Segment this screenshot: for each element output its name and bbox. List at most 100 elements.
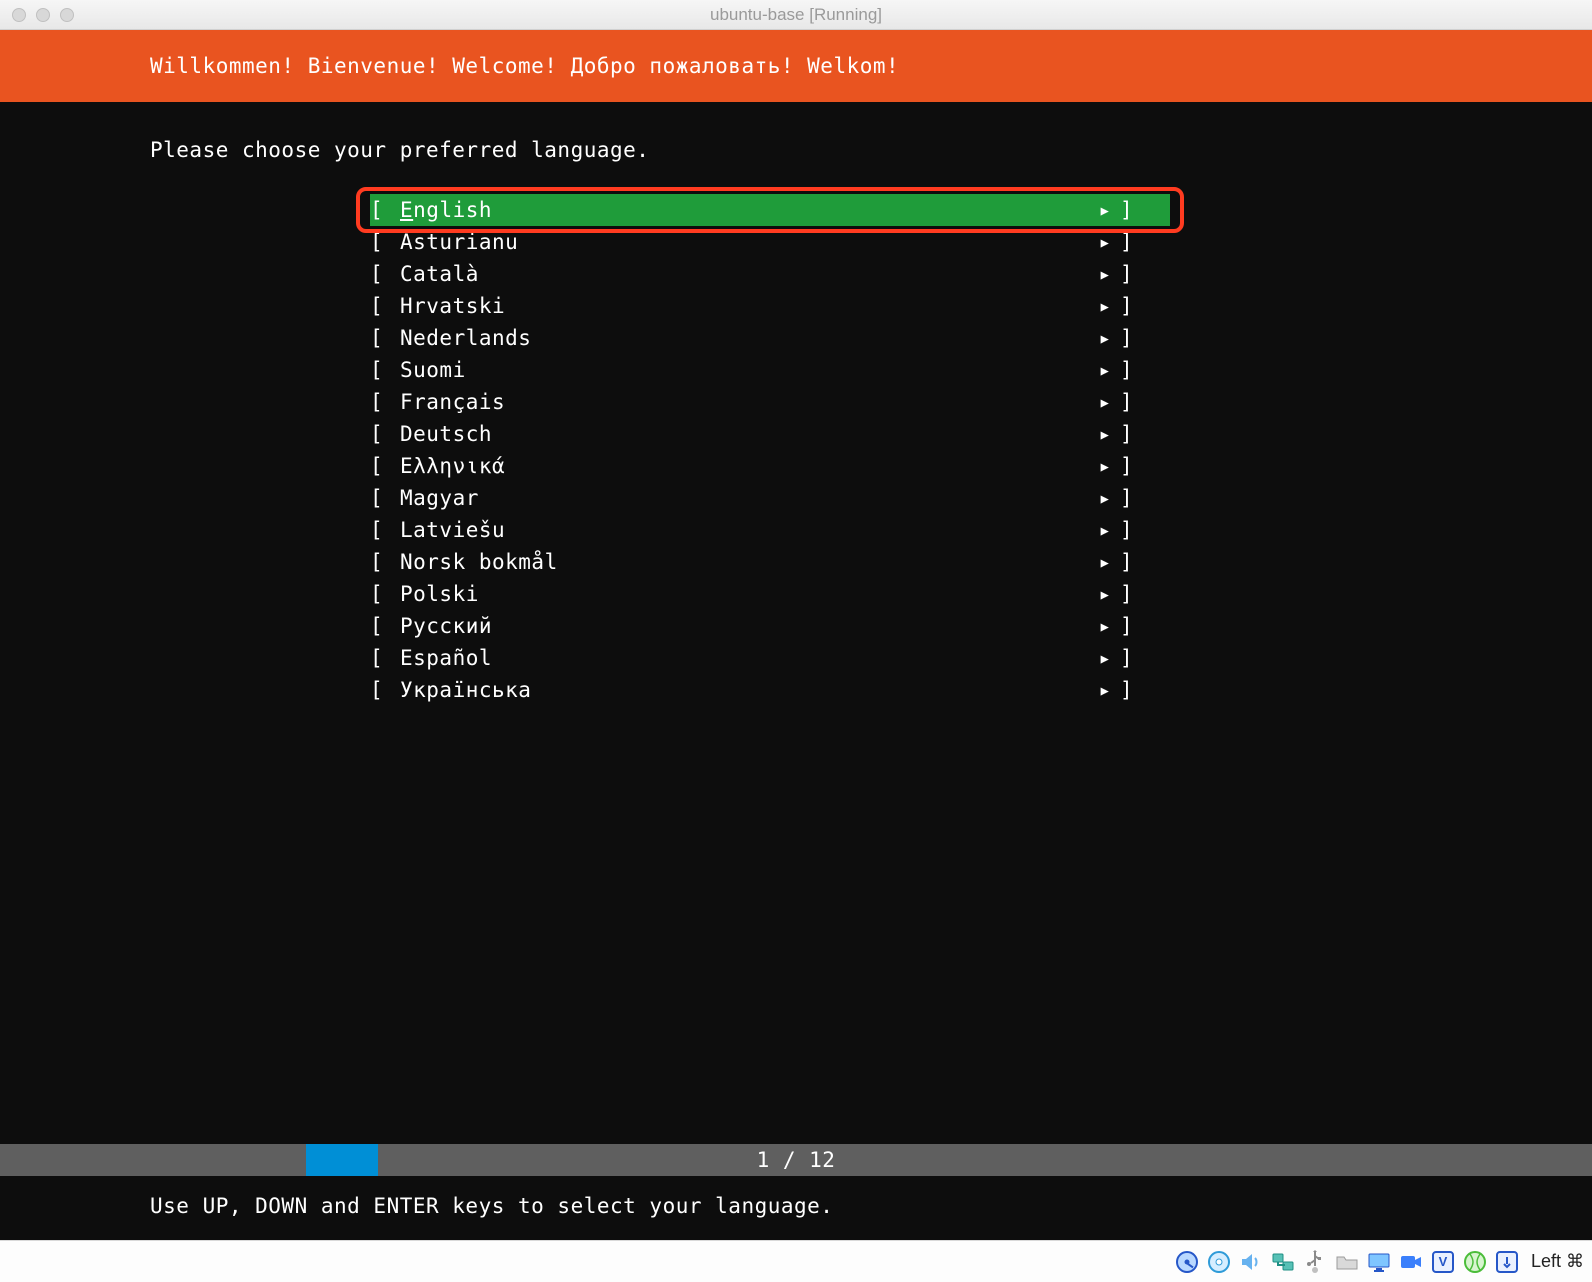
submenu-arrow-icon: ▸	[1090, 354, 1120, 386]
progress-label: 1 / 12	[0, 1144, 1592, 1176]
bracket-open: [	[370, 674, 400, 706]
bracket-close: ]	[1120, 642, 1150, 674]
optical-drive-icon[interactable]	[1205, 1248, 1233, 1276]
submenu-arrow-icon: ▸	[1090, 514, 1120, 546]
submenu-arrow-icon: ▸	[1090, 450, 1120, 482]
bracket-open: [	[370, 546, 400, 578]
language-list: [English▸][Asturianu▸][Català▸][Hrvatski…	[0, 194, 1592, 706]
language-option[interactable]: [English▸]	[0, 194, 1592, 226]
network-icon[interactable]	[1269, 1248, 1297, 1276]
submenu-arrow-icon: ▸	[1090, 674, 1120, 706]
language-option[interactable]: [Español▸]	[0, 642, 1592, 674]
window-minimize-button[interactable]	[36, 8, 50, 22]
hard-disk-icon[interactable]	[1173, 1248, 1201, 1276]
bracket-close: ]	[1120, 482, 1150, 514]
bracket-close: ]	[1120, 354, 1150, 386]
bracket-open: [	[370, 642, 400, 674]
language-label: Hrvatski	[400, 290, 1090, 322]
submenu-arrow-icon: ▸	[1090, 290, 1120, 322]
audio-icon[interactable]	[1237, 1248, 1265, 1276]
language-option[interactable]: [Polski▸]	[0, 578, 1592, 610]
language-option[interactable]: [Norsk bokmål▸]	[0, 546, 1592, 578]
bracket-close: ]	[1120, 386, 1150, 418]
language-option[interactable]: [Русский▸]	[0, 610, 1592, 642]
bracket-open: [	[370, 450, 400, 482]
bracket-open: [	[370, 290, 400, 322]
language-option[interactable]: [Latviešu▸]	[0, 514, 1592, 546]
bracket-open: [	[370, 194, 400, 226]
usb-icon[interactable]	[1301, 1248, 1329, 1276]
submenu-arrow-icon: ▸	[1090, 418, 1120, 450]
bracket-open: [	[370, 386, 400, 418]
bracket-open: [	[370, 226, 400, 258]
bracket-close: ]	[1120, 514, 1150, 546]
language-label: Nederlands	[400, 322, 1090, 354]
bracket-close: ]	[1120, 226, 1150, 258]
bracket-open: [	[370, 578, 400, 610]
vm-status-bar: V Left ⌘	[0, 1240, 1592, 1282]
mouse-capture-icon[interactable]	[1493, 1248, 1521, 1276]
recording-icon[interactable]	[1397, 1248, 1425, 1276]
language-label: Українська	[400, 674, 1090, 706]
language-label: Ελληνικά	[400, 450, 1090, 482]
language-option[interactable]: [Asturianu▸]	[0, 226, 1592, 258]
window-close-button[interactable]	[12, 8, 26, 22]
language-label: Norsk bokmål	[400, 546, 1090, 578]
shared-folders-icon[interactable]	[1333, 1248, 1361, 1276]
clipboard-icon[interactable]	[1461, 1248, 1489, 1276]
language-label: Suomi	[400, 354, 1090, 386]
progress-bar: 1 / 12	[0, 1144, 1592, 1176]
window-traffic-lights	[0, 8, 74, 22]
submenu-arrow-icon: ▸	[1090, 642, 1120, 674]
host-key-label: Left ⌘	[1531, 1251, 1584, 1272]
language-option[interactable]: [Українська▸]	[0, 674, 1592, 706]
bracket-close: ]	[1120, 194, 1150, 226]
language-label: Français	[400, 386, 1090, 418]
bracket-close: ]	[1120, 610, 1150, 642]
language-option[interactable]: [Català▸]	[0, 258, 1592, 290]
bracket-open: [	[370, 258, 400, 290]
bracket-close: ]	[1120, 578, 1150, 610]
language-label: Русский	[400, 610, 1090, 642]
language-label: Latviešu	[400, 514, 1090, 546]
language-option[interactable]: [Magyar▸]	[0, 482, 1592, 514]
submenu-arrow-icon: ▸	[1090, 194, 1120, 226]
bracket-open: [	[370, 610, 400, 642]
bracket-close: ]	[1120, 418, 1150, 450]
submenu-arrow-icon: ▸	[1090, 386, 1120, 418]
language-option[interactable]: [Français▸]	[0, 386, 1592, 418]
bracket-open: [	[370, 354, 400, 386]
window-zoom-button[interactable]	[60, 8, 74, 22]
language-option[interactable]: [Nederlands▸]	[0, 322, 1592, 354]
language-label: Polski	[400, 578, 1090, 610]
installer-banner: Willkommen! Bienvenue! Welcome! Добро по…	[0, 30, 1592, 102]
vbox-indicator-icon[interactable]: V	[1429, 1248, 1457, 1276]
submenu-arrow-icon: ▸	[1090, 546, 1120, 578]
bracket-close: ]	[1120, 546, 1150, 578]
submenu-arrow-icon: ▸	[1090, 578, 1120, 610]
language-label: Asturianu	[400, 226, 1090, 258]
language-label: Español	[400, 642, 1090, 674]
language-option[interactable]: [Ελληνικά▸]	[0, 450, 1592, 482]
language-label: Deutsch	[400, 418, 1090, 450]
bracket-open: [	[370, 418, 400, 450]
submenu-arrow-icon: ▸	[1090, 322, 1120, 354]
language-option[interactable]: [Suomi▸]	[0, 354, 1592, 386]
vm-console[interactable]: Willkommen! Bienvenue! Welcome! Добро по…	[0, 30, 1592, 1240]
bracket-close: ]	[1120, 450, 1150, 482]
language-label: Català	[400, 258, 1090, 290]
bracket-open: [	[370, 514, 400, 546]
installer-prompt: Please choose your preferred language.	[0, 102, 1592, 166]
window-titlebar: ubuntu-base [Running]	[0, 0, 1592, 30]
bracket-close: ]	[1120, 258, 1150, 290]
display-icon[interactable]	[1365, 1248, 1393, 1276]
window-title: ubuntu-base [Running]	[0, 5, 1592, 25]
bracket-close: ]	[1120, 322, 1150, 354]
bracket-open: [	[370, 322, 400, 354]
bracket-open: [	[370, 482, 400, 514]
language-option[interactable]: [Deutsch▸]	[0, 418, 1592, 450]
submenu-arrow-icon: ▸	[1090, 226, 1120, 258]
submenu-arrow-icon: ▸	[1090, 610, 1120, 642]
language-option[interactable]: [Hrvatski▸]	[0, 290, 1592, 322]
bracket-close: ]	[1120, 674, 1150, 706]
